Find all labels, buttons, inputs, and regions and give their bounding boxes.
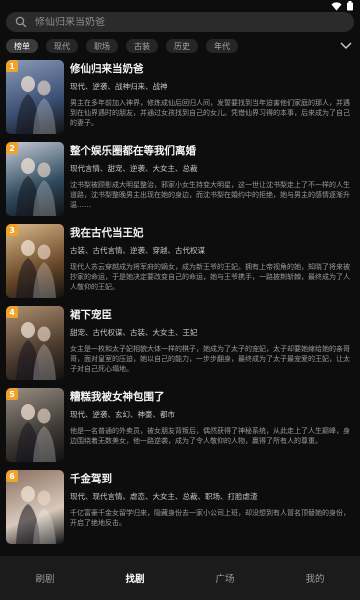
tab-1[interactable]: 现代 (46, 39, 78, 53)
tab-3[interactable]: 古装 (126, 39, 158, 53)
poster-image[interactable]: 5 (6, 388, 64, 462)
item-title[interactable]: 裙下宠臣 (70, 308, 354, 322)
tab-2[interactable]: 职场 (86, 39, 118, 53)
item-tags: 甜宠、古代权谋、古装、大女主、王妃 (70, 328, 198, 337)
item-title[interactable]: 我在古代当王妃 (70, 226, 354, 240)
tab-4[interactable]: 历史 (166, 39, 198, 53)
rank-badge: 2 (6, 142, 18, 154)
category-tabs: 榜单 现代 职场 古装 历史 年代 (6, 38, 354, 54)
poster-image[interactable]: 1 (6, 60, 64, 134)
tab-5[interactable]: 年代 (206, 39, 238, 53)
item-tags: 现代言情、甜宠、逆袭、大女主、总裁 (70, 164, 198, 173)
nav-item-1[interactable]: 找剧 (100, 571, 170, 585)
item-description: 女主是一枚和太子妃相貌大体一样的棋子，她成为了太子的宠妃，太子却要她嫁给她的亲哥… (70, 345, 350, 373)
rank-badge: 1 (6, 60, 18, 72)
item-title[interactable]: 糟糕我被女神包围了 (70, 390, 354, 404)
item-tags: 古装、古代言情、逆袭、穿越、古代权谋 (70, 246, 205, 255)
nav-item-3[interactable]: 我的 (280, 571, 350, 585)
item-tags: 现代、逆袭、玄幻、神豪、都市 (70, 410, 175, 419)
list-item[interactable]: 3 我在古代当王妃古装、古代言情、逆袭、穿越、古代权谋现代人苏云穿越成为将军府的嫡… (0, 224, 360, 300)
item-description: 现代人苏云穿越成为将军府的嫡女，成为新王爷的王妃。拥有上帝视角的她，知晓了将来被… (70, 263, 350, 291)
search-bar[interactable] (6, 12, 354, 32)
item-info: 整个娱乐圈都在等我们离婚现代言情、甜宠、逆袭、大女主、总裁沈书梨被顾影成大明星整… (70, 144, 354, 210)
poster-image[interactable]: 6 (6, 470, 64, 544)
item-tags: 现代、逆袭、战神归来、战神 (70, 82, 168, 91)
item-tags: 现代、现代言情、虐恋、大女主、总裁、职场、打脸虐渣 (70, 492, 258, 501)
list-item[interactable]: 4 裙下宠臣甜宠、古代权谋、古装、大女主、王妃女主是一枚和太子妃相貌大体一样的棋子… (0, 306, 360, 382)
rank-badge: 3 (6, 224, 18, 236)
item-info: 我在古代当王妃古装、古代言情、逆袭、穿越、古代权谋现代人苏云穿越成为将军府的嫡女… (70, 226, 354, 292)
rank-badge: 5 (6, 388, 18, 400)
status-bar (0, 0, 360, 12)
poster-image[interactable]: 4 (6, 306, 64, 380)
nav-item-0[interactable]: 刷剧 (10, 571, 80, 585)
poster-image[interactable]: 2 (6, 142, 64, 216)
item-description: 他是一名普通的外卖员，被女朋友背叛后，偶然获得了神秘系统，从此走上了人生巅峰，身… (70, 427, 350, 445)
nav-item-2[interactable]: 广场 (190, 571, 260, 585)
item-title[interactable]: 千金驾到 (70, 472, 354, 486)
poster-image[interactable]: 3 (6, 224, 64, 298)
item-info: 修仙归来当奶爸现代、逆袭、战神归来、战神男主在多年前加入神界，修炼成仙后回归人间… (70, 62, 354, 128)
chevron-down-icon[interactable] (340, 41, 352, 51)
search-icon (15, 16, 27, 28)
list-item[interactable]: 1 修仙归来当奶爸现代、逆袭、战神归来、战神男主在多年前加入神界，修炼成仙后回归人… (0, 60, 360, 136)
item-info: 裙下宠臣甜宠、古代权谋、古装、大女主、王妃女主是一枚和太子妃相貌大体一样的棋子，… (70, 308, 354, 374)
rank-badge: 4 (6, 306, 18, 318)
search-input[interactable] (35, 16, 325, 28)
rank-badge: 6 (6, 470, 18, 482)
bottom-nav: 刷剧 找剧 广场 我的 (0, 556, 360, 600)
item-description: 千亿富豪千金女留学归来，隐藏身份去一家小公司上班，却没想到有人冒名顶替她的身份，… (70, 509, 350, 527)
battery-icon (347, 1, 353, 11)
list-item[interactable]: 5 糟糕我被女神包围了现代、逆袭、玄幻、神豪、都市他是一名普通的外卖员，被女朋友背… (0, 388, 360, 464)
tab-0[interactable]: 榜单 (6, 39, 38, 53)
item-description: 沈书梨被顾影成大明星整治，邪家小女生持变大明星，这一世让沈书梨走上了不一样的人生… (70, 181, 350, 209)
list-item[interactable]: 2 整个娱乐圈都在等我们离婚现代言情、甜宠、逆袭、大女主、总裁沈书梨被顾影成大明星… (0, 142, 360, 218)
item-title[interactable]: 整个娱乐圈都在等我们离婚 (70, 144, 354, 158)
wifi-icon (331, 1, 342, 10)
item-title[interactable]: 修仙归来当奶爸 (70, 62, 354, 76)
list-item[interactable]: 6 千金驾到现代、现代言情、虐恋、大女主、总裁、职场、打脸虐渣千亿富豪千金女留学归… (0, 470, 360, 546)
item-info: 糟糕我被女神包围了现代、逆袭、玄幻、神豪、都市他是一名普通的外卖员，被女朋友背叛… (70, 390, 354, 456)
item-info: 千金驾到现代、现代言情、虐恋、大女主、总裁、职场、打脸虐渣千亿富豪千金女留学归来… (70, 472, 354, 538)
item-description: 男主在多年前加入神界，修炼成仙后回归人间，发誓要找到当年迫害他们家庭的那人，并遇… (70, 99, 350, 127)
